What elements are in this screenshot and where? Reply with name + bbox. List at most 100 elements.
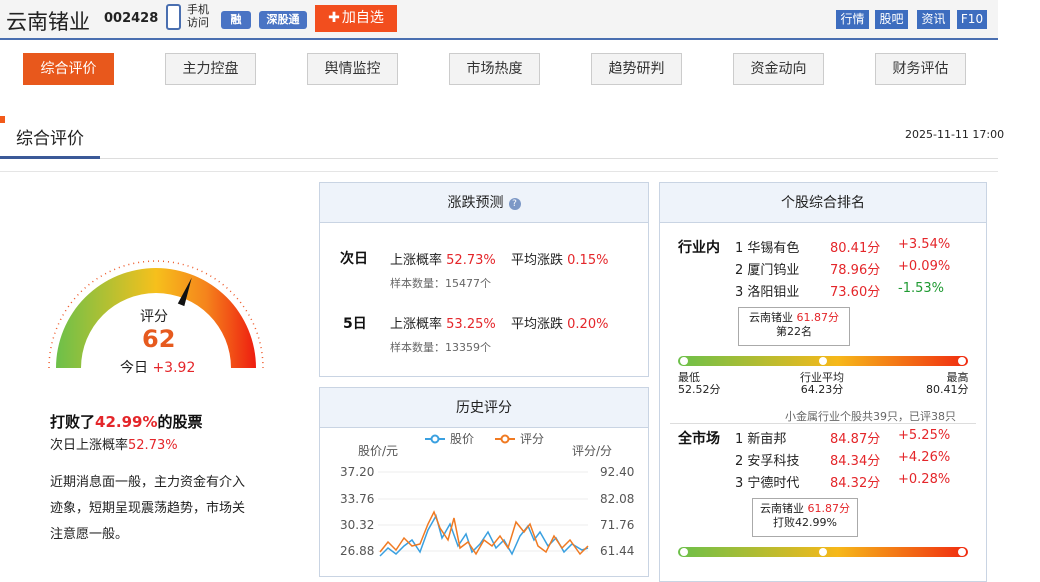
industry-callout-rank: 第22名 bbox=[776, 325, 812, 338]
left-tick-1: 37.20 bbox=[340, 465, 374, 479]
section-title: 综合评价 bbox=[16, 129, 84, 149]
section-accent bbox=[0, 116, 5, 123]
market-callout-score: 61.87分 bbox=[807, 502, 851, 515]
industry-rank-2[interactable]: 2 厦门钨业 bbox=[735, 259, 799, 278]
beat-summary: 打败了42.99%的股票 bbox=[50, 411, 203, 432]
beat-prefix: 打败了 bbox=[50, 413, 96, 431]
next-day-label: 次日上涨概率 bbox=[50, 438, 129, 453]
phone-icon[interactable] bbox=[166, 4, 181, 30]
summary-description: 近期消息面一般，主力资金有介入迹象，短期呈现震荡趋势，市场关注意愿一般。 bbox=[50, 475, 246, 542]
tab-main-control[interactable]: 主力控盘 bbox=[165, 53, 256, 85]
industry-bar-high-dot bbox=[958, 357, 966, 365]
top-bar: 云南锗业 002428 手机 访问 融 深股通 ✚ 加自选 行情 股吧 资讯 F10 bbox=[0, 0, 998, 40]
industry-rank-num-3: 3 bbox=[735, 285, 744, 300]
industry-footnote: 小金属行业个股共39只，已评38只 bbox=[785, 410, 956, 423]
section-underline bbox=[0, 156, 100, 159]
market-rank-num-3: 3 bbox=[735, 476, 744, 491]
industry-score-2: 78.96分 bbox=[830, 263, 881, 278]
ranking-header: 个股综合排名 bbox=[660, 183, 986, 223]
tab-overall[interactable]: 综合评价 bbox=[23, 53, 114, 85]
stock-name: 云南锗业 bbox=[6, 10, 90, 34]
market-callout-beat: 打败42.99% bbox=[773, 516, 837, 529]
industry-rank-3[interactable]: 3 洛阳钼业 bbox=[735, 281, 799, 300]
history-chart: 股价/元 评分/分 股价 评分 37.20 33.76 30.32 26.88 … bbox=[340, 432, 634, 558]
industry-high-value: 80.41分 bbox=[926, 383, 969, 396]
pred-avg-2: 平均涨跌 0.20% bbox=[511, 313, 608, 332]
link-forum[interactable]: 股吧 bbox=[875, 10, 908, 29]
market-rank-3[interactable]: 3 宁德时代 bbox=[735, 472, 799, 491]
market-rank-name-1: 新亩邦 bbox=[747, 432, 787, 447]
market-rank-2[interactable]: 2 安孚科技 bbox=[735, 450, 799, 469]
left-tick-2: 33.76 bbox=[340, 492, 374, 506]
pred-avg-label-1: 平均涨跌 bbox=[511, 253, 564, 268]
industry-score-1: 80.41分 bbox=[830, 241, 881, 256]
market-bar-high-dot bbox=[958, 548, 966, 556]
legend-score-marker bbox=[500, 434, 510, 444]
industry-low: 最低 52.52分 bbox=[678, 372, 721, 396]
industry-change-1: +3.54% bbox=[898, 237, 951, 252]
today-label: 今日 bbox=[120, 360, 148, 376]
today-change: +3.92 bbox=[152, 360, 196, 376]
pred-avg-label-2: 平均涨跌 bbox=[511, 317, 564, 332]
prediction-header: 涨跌预测? bbox=[320, 183, 648, 223]
add-watchlist-button[interactable]: ✚ 加自选 bbox=[315, 5, 397, 32]
market-label: 全市场 bbox=[678, 431, 720, 447]
industry-rank-1[interactable]: 1 华锡有色 bbox=[735, 237, 799, 256]
sz-connect-badge[interactable]: 深股通 bbox=[259, 11, 307, 29]
ranking-divider bbox=[670, 423, 976, 424]
pred-rise-label-2: 上涨概率 bbox=[390, 317, 443, 332]
tab-financial[interactable]: 财务评估 bbox=[875, 53, 966, 85]
phone-access-link[interactable]: 手机 访问 bbox=[187, 3, 209, 29]
market-change-1: +5.25% bbox=[898, 428, 951, 443]
market-rank-num-2: 2 bbox=[735, 454, 744, 469]
industry-change-2: +0.09% bbox=[898, 259, 951, 274]
tab-sentiment[interactable]: 舆情监控 bbox=[307, 53, 398, 85]
pred-sample-1: 样本数量：15477个 bbox=[390, 277, 491, 290]
pred-rise-1: 上涨概率 52.73% bbox=[390, 249, 496, 268]
pred-rise-2: 上涨概率 53.25% bbox=[390, 313, 496, 332]
pred-avg-1: 平均涨跌 0.15% bbox=[511, 249, 608, 268]
market-score-1: 84.87分 bbox=[830, 432, 881, 447]
stock-code: 002428 bbox=[104, 11, 159, 26]
score-series-line bbox=[379, 510, 589, 556]
industry-rank-name-1: 华锡有色 bbox=[747, 241, 800, 256]
pred-rise-label-1: 上涨概率 bbox=[390, 253, 443, 268]
industry-rank-name-3: 洛阳钼业 bbox=[747, 285, 800, 300]
industry-avg: 行业平均 64.23分 bbox=[800, 372, 844, 396]
market-change-3: +0.28% bbox=[898, 472, 951, 487]
help-icon[interactable]: ? bbox=[508, 198, 521, 210]
market-rank-1[interactable]: 1 新亩邦 bbox=[735, 428, 786, 447]
pred-avg-value-1: 0.15% bbox=[567, 253, 609, 268]
tab-trend[interactable]: 趋势研判 bbox=[591, 53, 682, 85]
tab-bar: 综合评价 主力控盘 舆情监控 市场热度 趋势研判 资金动向 财务评估 bbox=[0, 42, 998, 98]
beat-percent: 42.99% bbox=[95, 413, 158, 431]
market-rank-name-3: 宁德时代 bbox=[747, 476, 800, 491]
left-tick-4: 26.88 bbox=[340, 544, 374, 558]
legend-score-label[interactable]: 评分 bbox=[520, 432, 544, 446]
market-callout: 云南锗业 61.87分 打败42.99% bbox=[752, 498, 858, 537]
legend-price-marker bbox=[430, 434, 440, 444]
legend-price-label[interactable]: 股价 bbox=[450, 432, 474, 446]
market-bar-low-dot bbox=[680, 548, 688, 556]
add-watchlist-label: 加自选 bbox=[341, 10, 384, 26]
right-tick-2: 82.08 bbox=[600, 492, 634, 506]
link-f10[interactable]: F10 bbox=[957, 10, 987, 29]
right-tick-4: 61.44 bbox=[600, 544, 634, 558]
tab-fund-flow[interactable]: 资金动向 bbox=[733, 53, 824, 85]
tab-market-heat[interactable]: 市场热度 bbox=[449, 53, 540, 85]
left-tick-3: 30.32 bbox=[340, 518, 374, 532]
history-right-axis-label: 评分/分 bbox=[572, 444, 612, 458]
gauge-score: 62 bbox=[142, 325, 176, 353]
pred-day-2: 5日 bbox=[343, 316, 367, 332]
link-quote[interactable]: 行情 bbox=[836, 10, 869, 29]
margin-badge[interactable]: 融 bbox=[221, 11, 251, 29]
market-score-bar bbox=[678, 547, 968, 557]
industry-callout-score: 61.87分 bbox=[796, 311, 840, 324]
link-news[interactable]: 资讯 bbox=[917, 10, 950, 29]
market-bar-avg-dot bbox=[819, 548, 827, 556]
market-rank-name-2: 安孚科技 bbox=[747, 454, 800, 469]
market-rank-num-1: 1 bbox=[735, 432, 744, 447]
section-header: 综合评价 bbox=[0, 113, 998, 159]
gauge-today: 今日 +3.92 bbox=[120, 357, 195, 377]
next-day-value: 52.73% bbox=[128, 438, 178, 453]
